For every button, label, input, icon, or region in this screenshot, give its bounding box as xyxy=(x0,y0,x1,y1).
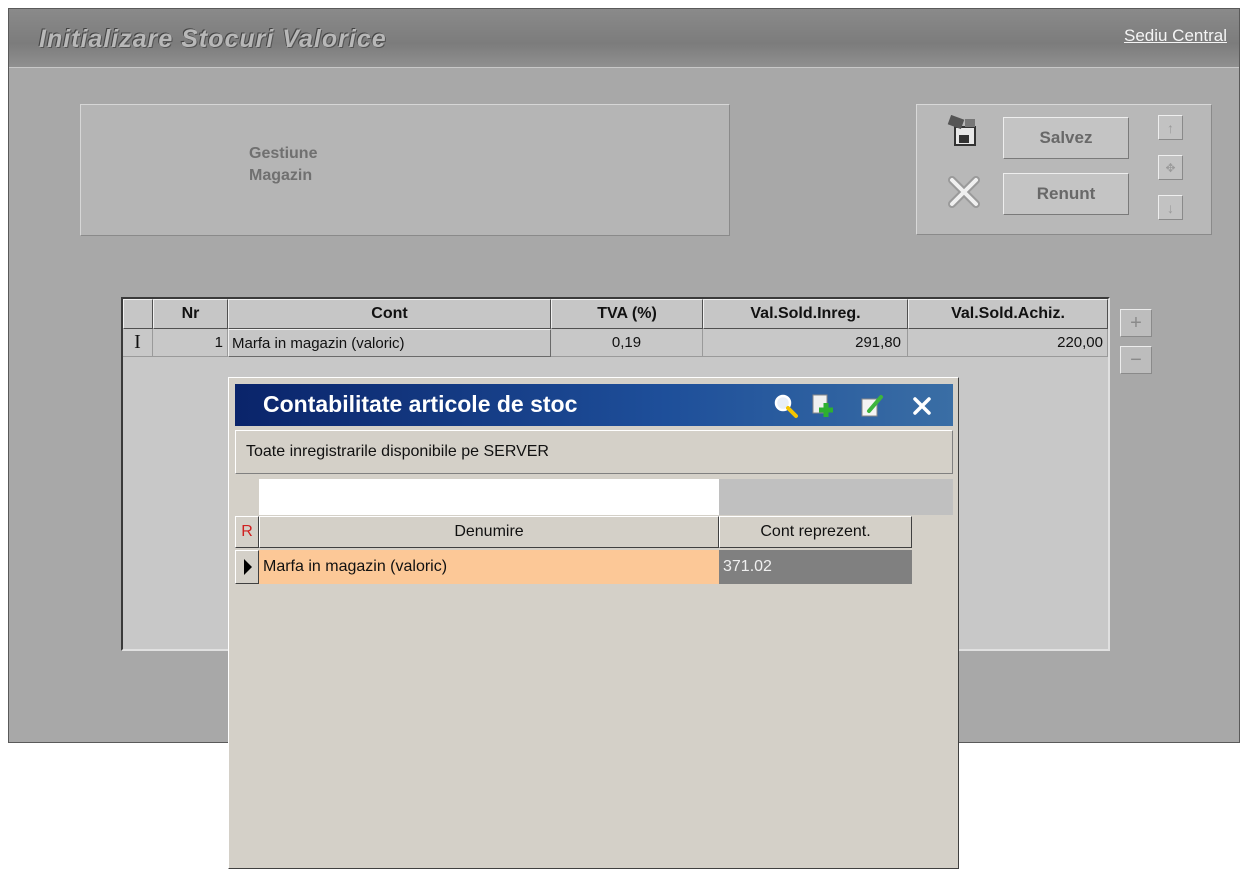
move-icon: ✥ xyxy=(1165,160,1176,175)
add-row-button[interactable]: + xyxy=(1120,309,1152,337)
move-down-button[interactable]: ↓ xyxy=(1158,195,1183,220)
column-header-cont-reprezent[interactable]: Cont reprezent. xyxy=(719,516,912,548)
cell-cont[interactable]: Marfa in magazin (valoric) xyxy=(228,329,551,357)
location-link[interactable]: Sediu Central xyxy=(1124,26,1227,46)
row-cursor-icon: I xyxy=(123,329,153,357)
gestiune-panel[interactable]: Gestiune Magazin xyxy=(80,104,730,236)
plus-icon: + xyxy=(1130,311,1142,334)
move-up-button[interactable]: ↑ xyxy=(1158,115,1183,140)
gestiune-value: Magazin xyxy=(249,167,313,184)
lookup-title: Contabilitate articole de stoc xyxy=(263,391,578,417)
column-header-val-achiz[interactable]: Val.Sold.Achiz. xyxy=(908,299,1108,329)
column-header-nr[interactable]: Nr xyxy=(153,299,228,329)
search-input[interactable] xyxy=(259,479,719,515)
column-header-tva[interactable]: TVA (%) xyxy=(551,299,703,329)
lookup-row-cont[interactable]: 371.02 xyxy=(719,550,912,584)
add-icon[interactable] xyxy=(809,393,835,419)
cancel-icon xyxy=(948,176,980,208)
cancel-button[interactable]: Renunt xyxy=(1003,173,1129,215)
row-indicator xyxy=(235,550,259,584)
search-icon[interactable] xyxy=(773,393,799,419)
minus-icon: − xyxy=(1130,348,1142,371)
save-icon xyxy=(947,115,976,146)
column-header-cont[interactable]: Cont xyxy=(228,299,551,329)
title-bar: Initializare Stocuri Valorice Sediu Cent… xyxy=(9,9,1239,68)
cell-val-achiz[interactable]: 220,00 xyxy=(908,329,1108,357)
arrow-up-icon: ↑ xyxy=(1167,119,1174,136)
move-center-button[interactable]: ✥ xyxy=(1158,155,1183,180)
cell-nr[interactable]: 1 xyxy=(153,329,228,357)
filter-strip xyxy=(719,479,953,515)
row-indicator-header xyxy=(123,299,153,329)
lookup-row-denumire[interactable]: Marfa in magazin (valoric) xyxy=(259,550,719,584)
row-pointer-icon xyxy=(244,559,252,575)
action-panel: Salvez Renunt ↑ ✥ ↓ xyxy=(916,104,1212,235)
save-button[interactable]: Salvez xyxy=(1003,117,1129,159)
close-icon[interactable] xyxy=(911,395,933,417)
gestiune-label: Gestiune xyxy=(249,145,318,162)
column-header-denumire[interactable]: Denumire xyxy=(259,516,719,548)
lookup-info: Toate inregistrarile disponibile pe SERV… xyxy=(235,430,953,474)
column-header-val-inreg[interactable]: Val.Sold.Inreg. xyxy=(703,299,908,329)
delete-row-button[interactable]: − xyxy=(1120,346,1152,374)
edit-icon[interactable] xyxy=(859,393,885,419)
lookup-title-bar: Contabilitate articole de stoc xyxy=(235,384,953,426)
lookup-dialog: Contabilitate articole de stoc Toate inr… xyxy=(228,377,959,869)
arrow-down-icon: ↓ xyxy=(1167,199,1174,216)
cell-val-inreg[interactable]: 291,80 xyxy=(703,329,908,357)
cell-tva[interactable]: 0,19 xyxy=(551,329,703,357)
window-title: Initializare Stocuri Valorice xyxy=(39,25,387,53)
marker-column-header[interactable]: R xyxy=(235,516,259,548)
